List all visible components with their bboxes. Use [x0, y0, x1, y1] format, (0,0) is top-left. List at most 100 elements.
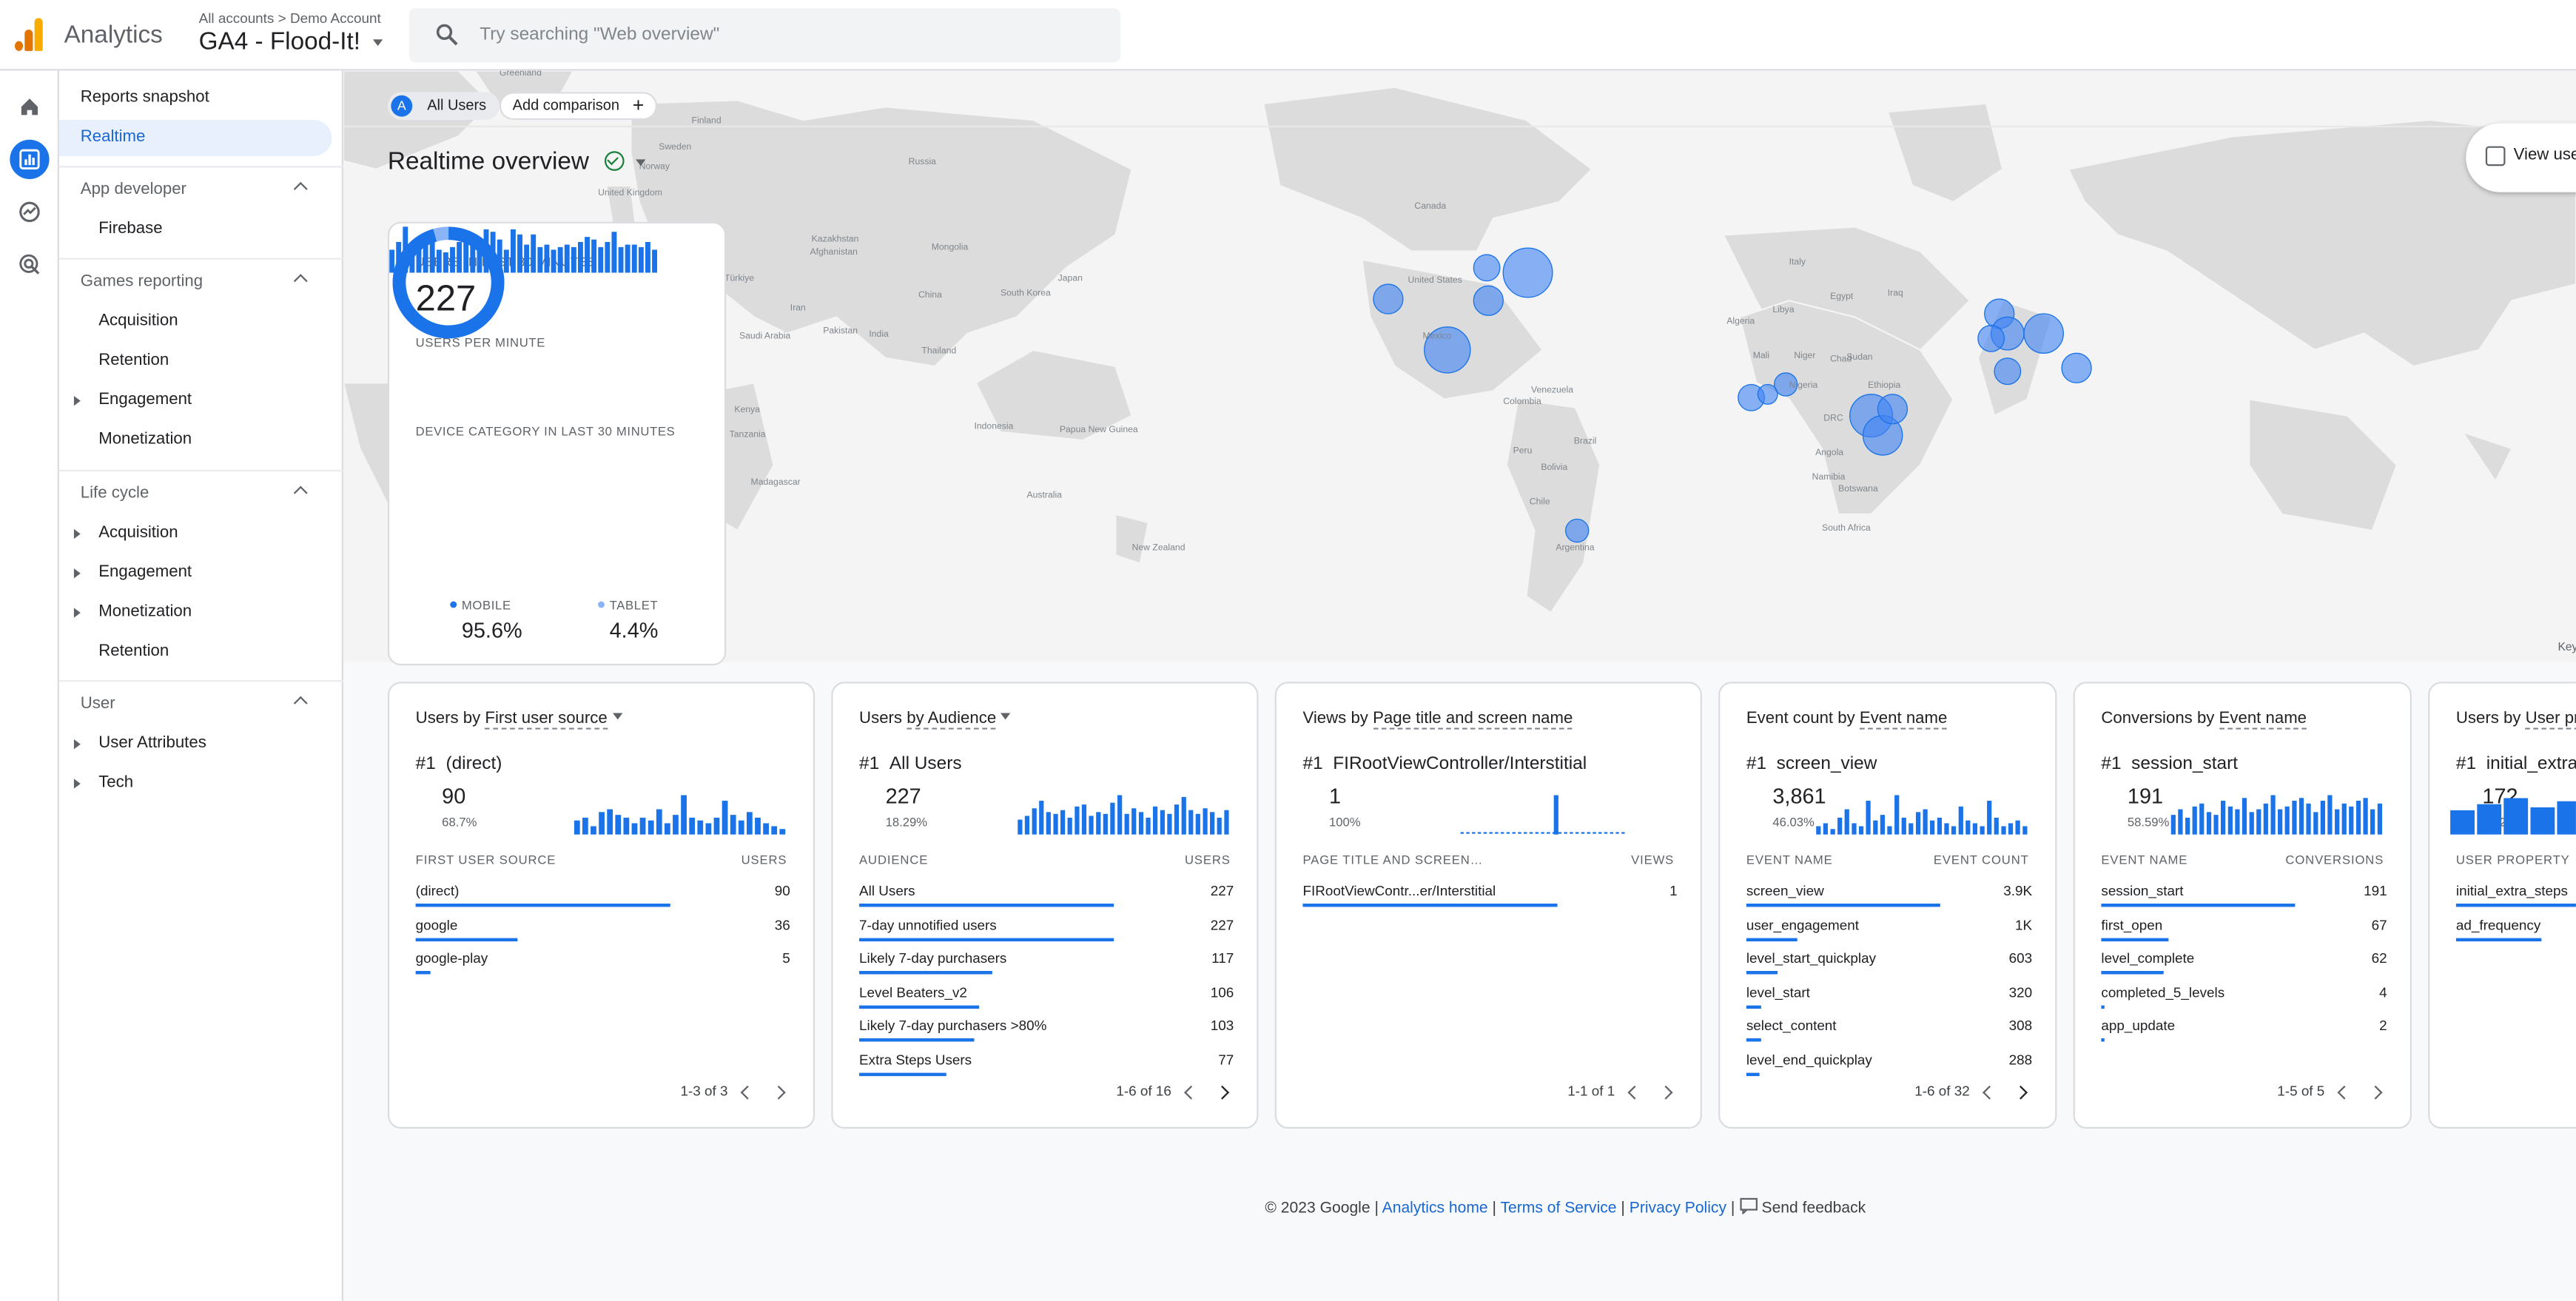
- card-title-metric[interactable]: Users: [859, 710, 907, 727]
- chevron-up-icon[interactable]: [293, 181, 308, 196]
- search-bar[interactable]: Try searching "Web overview": [408, 8, 1121, 63]
- card-title-dimension[interactable]: by Audience: [907, 710, 997, 730]
- top-item-sparkline[interactable]: [1017, 789, 1231, 835]
- users-per-minute-bar[interactable]: [551, 249, 556, 273]
- prev-page-icon[interactable]: [1184, 1085, 1198, 1100]
- users-per-minute-bar[interactable]: [577, 242, 583, 273]
- analytics-home-link[interactable]: Analytics home: [1382, 1200, 1488, 1217]
- sidebar-section-user[interactable]: User: [59, 687, 332, 723]
- table-row[interactable]: level_complete 62: [2101, 943, 2387, 975]
- account-breadcrumb[interactable]: All accounts > Demo Account: [199, 10, 381, 26]
- next-page-icon[interactable]: [1215, 1085, 1230, 1100]
- table-row[interactable]: Likely 7-day purchasers >80% 103: [859, 1010, 1234, 1043]
- column-header-metric[interactable]: EVENT COUNT: [1934, 853, 2029, 867]
- column-header-metric[interactable]: VIEWS: [1631, 853, 1674, 867]
- terms-link[interactable]: Terms of Service: [1500, 1200, 1616, 1217]
- prev-page-icon[interactable]: [1983, 1085, 1997, 1100]
- users-per-minute-bar[interactable]: [557, 246, 563, 273]
- next-page-icon[interactable]: [1658, 1085, 1673, 1100]
- audience-chip[interactable]: A All Users: [387, 92, 500, 121]
- privacy-link[interactable]: Privacy Policy: [1630, 1200, 1726, 1217]
- add-comparison-button[interactable]: Add comparison +: [499, 92, 658, 121]
- expand-arrow-icon[interactable]: [73, 739, 81, 750]
- chevron-up-icon[interactable]: [293, 274, 308, 289]
- table-row[interactable]: select_content 308: [1746, 1010, 2032, 1043]
- table-row[interactable]: Likely 7-day purchasers 117: [859, 943, 1234, 975]
- send-feedback-button[interactable]: Send feedback: [1739, 1197, 1866, 1217]
- caret-down-icon[interactable]: [612, 713, 622, 720]
- users-per-minute-bar[interactable]: [564, 244, 570, 273]
- sidebar-section-games-reporting[interactable]: Games reporting: [59, 264, 332, 300]
- users-per-minute-bar[interactable]: [611, 232, 617, 273]
- table-row[interactable]: ad_frequency: [2455, 910, 2576, 942]
- column-header-metric[interactable]: CONVERSIONS: [2285, 853, 2384, 867]
- caret-down-icon[interactable]: [636, 159, 646, 167]
- card-title[interactable]: Event count by Event name: [1746, 710, 1948, 730]
- table-row[interactable]: (direct) 90: [415, 875, 790, 908]
- table-row[interactable]: first_open 67: [2101, 910, 2387, 942]
- card-title[interactable]: Conversions by Event name: [2101, 710, 2307, 730]
- sidebar-item-engagement[interactable]: Engagement: [59, 383, 332, 419]
- prev-page-icon[interactable]: [1627, 1085, 1642, 1100]
- caret-down-icon[interactable]: [372, 39, 383, 47]
- table-row[interactable]: Extra Steps Users 77: [859, 1044, 1234, 1077]
- sidebar-section-life-cycle[interactable]: Life cycle: [59, 477, 332, 513]
- table-row[interactable]: google 36: [415, 910, 790, 942]
- users-per-minute-bar[interactable]: [598, 246, 604, 273]
- table-row[interactable]: session_start 191: [2101, 875, 2387, 908]
- top-item-sparkline[interactable]: [2170, 789, 2384, 835]
- sidebar-item-retention[interactable]: Retention: [59, 343, 332, 380]
- column-header-dimension[interactable]: PAGE TITLE AND SCREEN…: [1302, 853, 1483, 867]
- card-title-dimension[interactable]: Event name: [1859, 710, 1948, 730]
- column-header-dimension[interactable]: USER PROPERTY: [2456, 853, 2570, 867]
- table-row[interactable]: screen_view 3.9K: [1746, 875, 2032, 908]
- card-title[interactable]: Users by First user source: [416, 710, 622, 730]
- analytics-logo-icon[interactable]: [14, 18, 44, 51]
- table-row[interactable]: initial_extra_steps: [2455, 875, 2576, 908]
- next-page-icon[interactable]: [771, 1085, 786, 1100]
- next-page-icon[interactable]: [2368, 1085, 2383, 1100]
- users-per-minute-bar[interactable]: [605, 242, 611, 273]
- sidebar-item-monetization[interactable]: Monetization: [59, 423, 332, 459]
- card-title-dimension[interactable]: Event name: [2219, 710, 2307, 730]
- card-title[interactable]: Users by User pr: [2456, 710, 2576, 730]
- reports-icon[interactable]: [10, 139, 50, 179]
- users-per-minute-bar[interactable]: [618, 246, 624, 273]
- expand-arrow-icon[interactable]: [73, 528, 81, 539]
- table-row[interactable]: google-play 5: [415, 943, 790, 975]
- table-row[interactable]: level_end_quickplay 288: [1746, 1044, 2032, 1077]
- sidebar-item-lc-engagement[interactable]: Engagement: [59, 555, 332, 591]
- column-header-dimension[interactable]: AUDIENCE: [859, 853, 928, 867]
- chevron-up-icon[interactable]: [293, 485, 308, 500]
- realtime-world-map[interactable]: Greenland Finland Norway Sweden United K…: [343, 70, 2576, 666]
- sidebar-item-reports-snapshot[interactable]: Reports snapshot: [59, 81, 332, 117]
- table-row[interactable]: level_start_quickplay 603: [1746, 943, 2032, 975]
- users-per-minute-bar[interactable]: [544, 244, 550, 273]
- explore-icon[interactable]: [10, 192, 49, 232]
- column-header-dimension[interactable]: EVENT NAME: [2101, 853, 2187, 867]
- users-per-minute-bar[interactable]: [517, 234, 522, 273]
- users-per-minute-bar[interactable]: [510, 229, 516, 273]
- donut-slice-tablet[interactable]: [433, 226, 449, 242]
- prev-page-icon[interactable]: [740, 1085, 755, 1100]
- users-per-minute-bar[interactable]: [652, 249, 657, 273]
- users-per-minute-bar[interactable]: [625, 244, 630, 273]
- sidebar-item-lc-acquisition[interactable]: Acquisition: [59, 516, 332, 552]
- users-per-minute-bar[interactable]: [571, 246, 576, 273]
- sidebar-item-acquisition[interactable]: Acquisition: [59, 304, 332, 340]
- chevron-up-icon[interactable]: [293, 696, 308, 710]
- column-header-dimension[interactable]: EVENT NAME: [1746, 853, 1833, 867]
- users-per-minute-bar[interactable]: [591, 239, 597, 273]
- users-per-minute-bar[interactable]: [531, 234, 537, 273]
- table-row[interactable]: user_engagement 1K: [1746, 910, 2032, 942]
- caret-down-icon[interactable]: [1001, 713, 1012, 720]
- sidebar-item-tech[interactable]: Tech: [59, 766, 332, 802]
- sidebar-item-lc-retention[interactable]: Retention: [59, 634, 332, 670]
- next-page-icon[interactable]: [2014, 1085, 2028, 1100]
- card-title-metric[interactable]: Users by: [2456, 710, 2526, 727]
- card-title-dimension[interactable]: Page title and screen name: [1373, 710, 1573, 730]
- sidebar-section-app-developer[interactable]: App developer: [59, 172, 332, 209]
- card-title-dimension[interactable]: User pr: [2525, 710, 2576, 730]
- property-selector[interactable]: GA4 - Flood-It!: [199, 28, 360, 56]
- device-donut-chart[interactable]: [389, 223, 508, 342]
